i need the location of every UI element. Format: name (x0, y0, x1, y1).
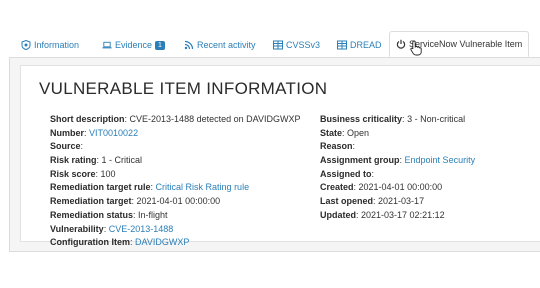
field-remediation-target: Remediation target: 2021-04-01 00:00:00 (50, 196, 221, 207)
power-icon (396, 39, 406, 49)
field-label: Assigned to (320, 168, 372, 179)
field-label: Remediation target (50, 196, 132, 207)
field-label: Updated (320, 209, 356, 220)
field-value: 2021-04-01 00:00:00 (136, 196, 221, 207)
tab-dread[interactable]: DREAD (337, 33, 382, 57)
shield-bug-icon (21, 40, 31, 50)
field-label: Business criticality (320, 114, 403, 124)
card-title: VULNERABLE ITEM INFORMATION (39, 79, 328, 98)
table-icon (273, 40, 283, 50)
rss-icon (184, 40, 194, 50)
tab-servicenow-label: ServiceNow Vulnerable Item (409, 39, 523, 49)
field-remediation-status: Remediation status: In-flight (50, 209, 168, 220)
remediation-rule-link[interactable]: Critical Risk Rating rule (156, 182, 250, 192)
number-link[interactable]: VIT0010022 (89, 128, 138, 138)
field-value: Open (347, 127, 370, 138)
field-state: State: Open (320, 127, 370, 138)
tab-dread-label: DREAD (350, 40, 382, 50)
tab-evidence-label: Evidence (115, 40, 153, 50)
field-remediation-target-rule: Remediation target rule: Critical Risk R… (50, 182, 250, 193)
field-number: Number: VIT0010022 (50, 127, 139, 138)
field-configuration-item: Configuration Item: DAVIDGWXP (50, 237, 190, 248)
field-value: CVE-2013-1488 detected on DAVIDGWXP (129, 114, 301, 124)
field-label: Created (320, 182, 354, 193)
field-value: In-flight (138, 209, 168, 220)
tab-recent-activity[interactable]: Recent activity (184, 33, 256, 57)
field-value: 2021-03-17 02:21:12 (361, 209, 445, 220)
field-label: Reason (320, 141, 353, 152)
field-value: 2021-04-01 00:00:00 (358, 182, 443, 193)
field-value: 100 (100, 168, 116, 179)
field-last-opened: Last opened: 2021-03-17 (320, 196, 425, 207)
field-value: 1 - Critical (101, 155, 143, 166)
field-risk-rating: Risk rating: 1 - Critical (50, 155, 143, 166)
details-right-column: Business criticality: 3 - Non-critical S… (320, 113, 475, 223)
field-label: Configuration Item (50, 237, 130, 248)
assignment-group-link[interactable]: Endpoint Security (405, 155, 476, 165)
table-icon (337, 40, 347, 50)
field-label: Remediation target rule (50, 182, 151, 193)
field-label: Source (50, 141, 81, 152)
laptop-icon (102, 40, 112, 50)
field-source: Source: (50, 141, 84, 152)
details-left-column: Short description: CVE-2013-1488 detecte… (50, 113, 300, 250)
field-vulnerability: Vulnerability: CVE-2013-1488 (50, 223, 174, 234)
configuration-item-link[interactable]: DAVIDGWXP (135, 237, 189, 247)
tab-information[interactable]: Information (21, 33, 79, 57)
field-reason: Reason: (320, 141, 356, 152)
field-business-criticality: Business criticality: 3 - Non-critical (320, 114, 466, 124)
field-updated: Updated: 2021-03-17 02:21:12 (320, 209, 445, 220)
field-assignment-group: Assignment group: Endpoint Security (320, 155, 476, 166)
vulnerability-link[interactable]: CVE-2013-1488 (109, 224, 174, 234)
tab-recent-activity-label: Recent activity (197, 40, 256, 50)
field-label: Number (50, 127, 85, 138)
tab-content-panel: VULNERABLE ITEM INFORMATION Short descri… (9, 58, 540, 252)
field-short-description: Short description: CVE-2013-1488 detecte… (50, 114, 301, 124)
field-created: Created: 2021-04-01 00:00:00 (320, 182, 443, 193)
field-value: 3 - Non-critical (407, 114, 466, 124)
field-label: Short description (50, 114, 125, 124)
tab-evidence[interactable]: Evidence 1 (102, 33, 165, 57)
field-label: Risk score (50, 168, 96, 179)
field-risk-score: Risk score: 100 (50, 168, 116, 179)
field-label: Remediation status (50, 209, 134, 220)
hand-cursor-icon (410, 40, 422, 56)
evidence-count-badge: 1 (155, 40, 165, 50)
field-label: Risk rating (50, 155, 97, 166)
field-label: Vulnerability (50, 223, 104, 234)
vulnerable-item-card: VULNERABLE ITEM INFORMATION Short descri… (20, 65, 540, 247)
field-value: 2021-03-17 (378, 196, 425, 207)
field-label: Last opened (320, 196, 374, 207)
tab-cvssv3-label: CVSSv3 (286, 40, 321, 50)
field-label: Assignment group (320, 155, 400, 166)
tab-bar: Information Evidence 1 Recent activity C… (9, 31, 540, 58)
field-label: State (320, 127, 343, 138)
tab-cvssv3[interactable]: CVSSv3 (273, 33, 320, 57)
tab-information-label: Information (34, 40, 80, 50)
field-assigned-to: Assigned to: (320, 168, 375, 179)
